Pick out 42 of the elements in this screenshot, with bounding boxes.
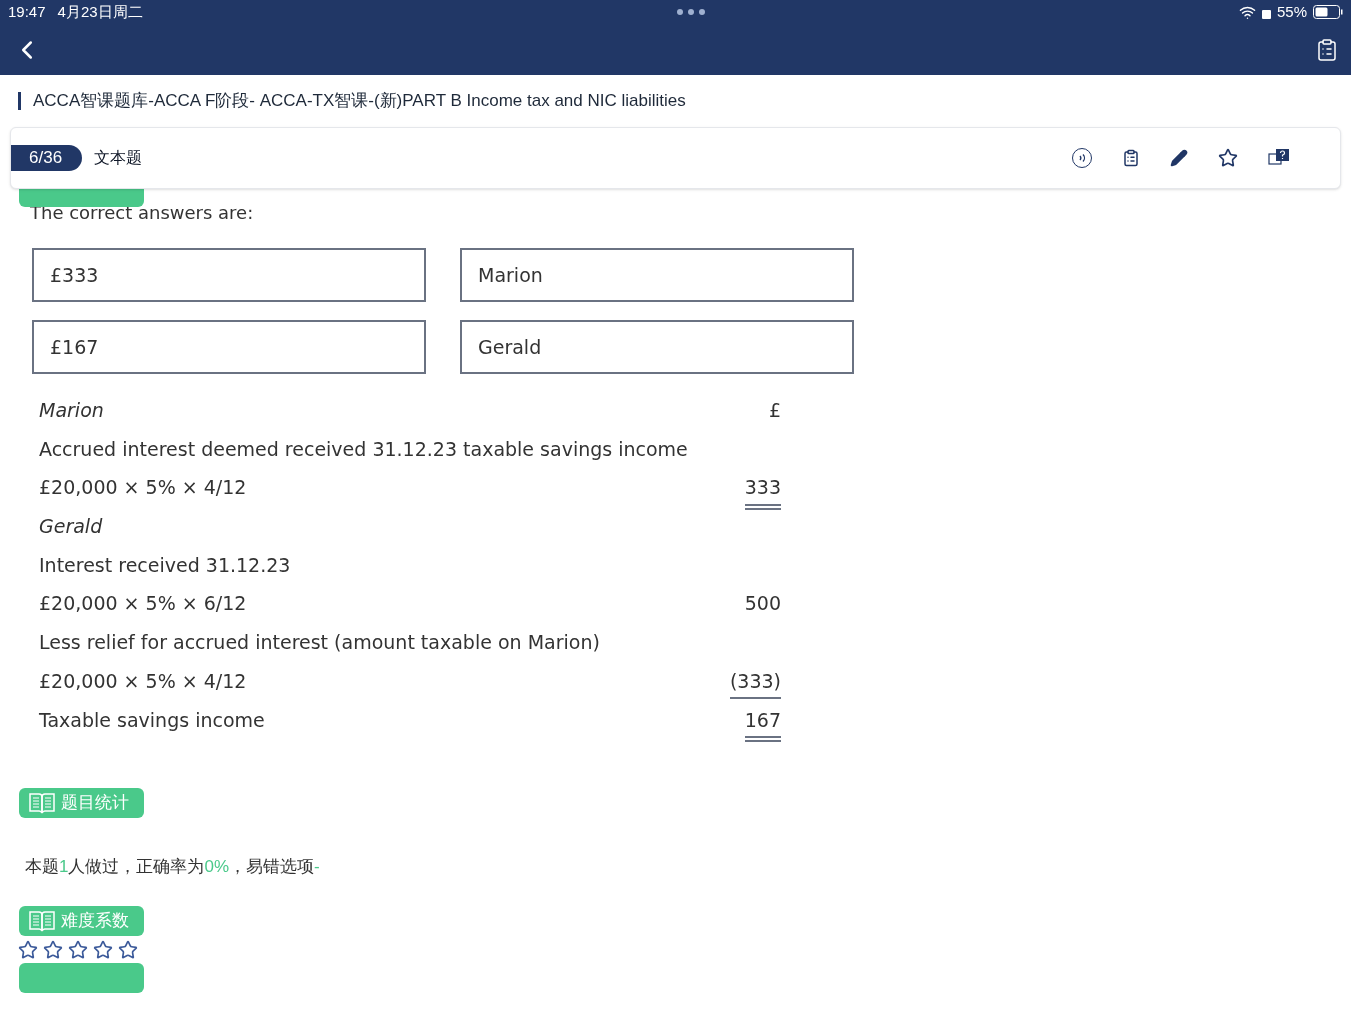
answer-sheet-button[interactable] xyxy=(1315,37,1339,62)
breadcrumb-title: ACCA智课题库-ACCA F阶段- ACCA-TX智课-(新)PART B Income tax and NIC liabilities xyxy=(33,90,686,113)
amount-value: (333) xyxy=(729,668,781,694)
edit-button[interactable] xyxy=(1170,149,1188,167)
solution-line: Marion xyxy=(39,398,104,423)
answer-box: Gerald xyxy=(460,320,854,374)
feedback-button[interactable] xyxy=(1268,149,1290,167)
amount-value: £ xyxy=(768,398,781,423)
amount-value: 500 xyxy=(744,591,781,617)
book-icon xyxy=(29,792,55,815)
solution-line: Accrued interest deemed received 31.12.23 taxable savings income xyxy=(39,436,688,462)
answer-box: Marion xyxy=(460,248,854,302)
amount-value: 333 xyxy=(744,475,781,501)
star-icon xyxy=(118,939,138,960)
star-icon xyxy=(68,939,88,960)
star-icon xyxy=(93,939,113,960)
question-type: 文本题 xyxy=(94,148,143,168)
status-date: 4月23日周二 xyxy=(57,1,143,22)
solution-line: Interest received 31.12.23 xyxy=(39,552,291,578)
section-badge: 难度系数 xyxy=(19,905,144,936)
answer-box: £167 xyxy=(32,320,426,374)
section-badge: 题目统计 xyxy=(19,788,144,819)
star-icon xyxy=(43,939,63,960)
solution-line: Gerald xyxy=(39,514,103,540)
star-icon xyxy=(18,939,38,960)
sound-waves-icon xyxy=(1077,153,1087,163)
solution-line: £20,000 × 5% × 4/12 xyxy=(39,668,247,694)
clock-time: 19:47 xyxy=(8,1,46,22)
notes-button[interactable] xyxy=(1122,149,1140,167)
favorite-button[interactable] xyxy=(1218,148,1238,168)
stats-sentence: 本题1人做过，正确率为0%，易错选项- xyxy=(24,856,321,879)
solution-line: Less relief for accrued interest (amount taxable on Marion) xyxy=(39,630,600,656)
battery-percent: 55% xyxy=(1276,1,1307,22)
book-icon xyxy=(29,909,55,932)
more-dots-icon xyxy=(676,9,705,15)
amount-value: 167 xyxy=(744,707,781,733)
answer-box: £333 xyxy=(32,248,426,302)
battery-icon xyxy=(1313,5,1343,19)
solution-line: £20,000 × 5% × 4/12 xyxy=(39,475,247,501)
solution-line: £20,000 × 5% × 6/12 xyxy=(39,591,247,617)
question-counter: 6/36 xyxy=(11,145,83,171)
solution-line: Taxable savings income xyxy=(39,707,265,733)
